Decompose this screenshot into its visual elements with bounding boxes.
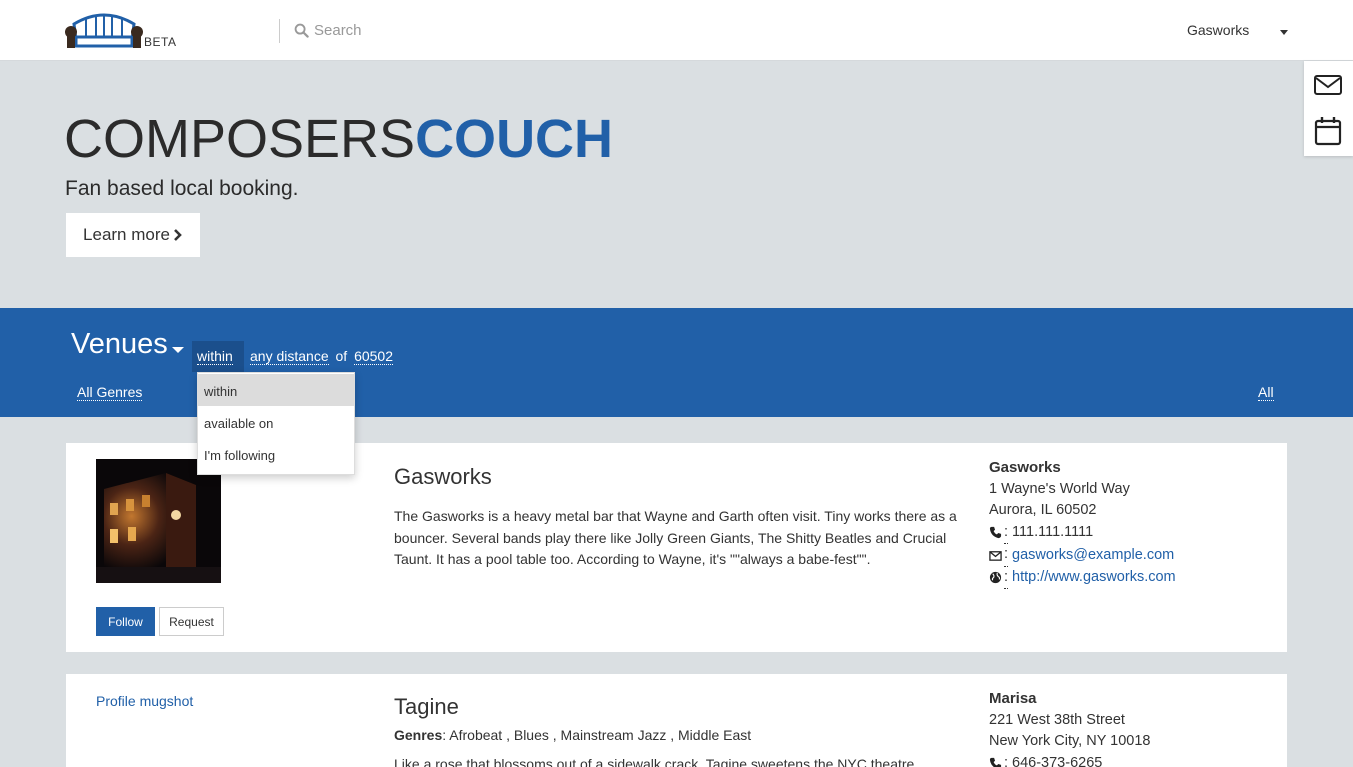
contact-city: Aurora, IL 60502	[989, 502, 1097, 518]
venue-genres: Genres: Afrobeat , Blues , Mainstream Ja…	[394, 727, 751, 743]
zip-filter-link[interactable]: 60502	[354, 348, 394, 365]
section-selector[interactable]: Venues	[71, 328, 168, 361]
user-menu[interactable]: Gasworks	[1187, 22, 1249, 38]
dropdown-item-within[interactable]: within	[198, 374, 354, 406]
follow-button[interactable]: Follow	[96, 607, 155, 636]
search-box[interactable]: Search	[294, 22, 362, 39]
all-filter-link[interactable]: All	[1258, 384, 1274, 401]
phone-colon: :	[1004, 522, 1009, 544]
contact-phone: 111.111.1111	[1012, 524, 1094, 540]
venue-description: The Gasworks is a heavy metal bar that W…	[394, 508, 957, 567]
venue-description: Like a rose that blossoms out of a sidew…	[394, 756, 915, 767]
genres-filter-link[interactable]: All Genres	[77, 384, 143, 401]
globe-icon	[989, 572, 1002, 584]
phone-colon: :	[1004, 753, 1008, 767]
venue-name[interactable]: Gasworks	[394, 464, 492, 490]
search-placeholder[interactable]: Search	[314, 22, 362, 39]
couch-icon	[65, 13, 143, 48]
contact-email-line: : gasworks@example.com	[989, 544, 1176, 567]
genres-list: Afrobeat , Blues , Mainstream Jazz , Mid…	[449, 727, 752, 743]
contact-phone: 646-373-6265	[1012, 755, 1103, 767]
phone-icon	[989, 758, 1002, 767]
mode-filter-label: within	[197, 348, 233, 365]
hero-subtitle: Fan based local booking.	[65, 177, 299, 200]
calendar-icon[interactable]	[1313, 116, 1343, 146]
contact-name: Gasworks	[989, 459, 1061, 476]
chevron-down-icon[interactable]	[1280, 30, 1288, 35]
venue-photo-placeholder[interactable]: Profile mugshot	[96, 693, 193, 709]
venue-name[interactable]: Tagine	[394, 694, 459, 720]
caret-down-icon[interactable]	[172, 347, 184, 353]
contact-website-link[interactable]: http://www.gasworks.com	[1012, 567, 1176, 589]
envelope-icon[interactable]	[1313, 70, 1343, 100]
phone-icon	[989, 527, 1002, 539]
dropdown-item-available-on[interactable]: available on	[198, 406, 354, 438]
contact-street: 221 West 38th Street	[989, 711, 1125, 728]
venue-photo[interactable]	[96, 459, 221, 583]
search-icon	[294, 23, 309, 38]
contact-phone-line: : 646-373-6265	[989, 753, 1150, 767]
envelope-icon	[989, 550, 1002, 561]
contact-website-line: : http://www.gasworks.com	[989, 567, 1176, 589]
beta-badge: BETA	[144, 35, 177, 49]
email-colon: :	[1004, 544, 1009, 567]
distance-filter-link[interactable]: any distance	[250, 348, 329, 365]
mode-dropdown-menu: within available on I'm following	[197, 372, 355, 475]
home-logo-link[interactable]: BETA	[64, 10, 184, 52]
side-toolbar	[1304, 61, 1353, 156]
contact-name: Marisa	[989, 690, 1037, 707]
chevron-right-icon	[174, 229, 182, 241]
venue-contact: Gasworks 1 Wayne's World Way Aurora, IL …	[989, 457, 1176, 589]
of-label: of	[335, 348, 348, 364]
venue-contact: Marisa 221 West 38th Street New York Cit…	[989, 688, 1150, 767]
hero-title-part2: COUCH	[415, 109, 614, 169]
navbar-divider	[279, 19, 280, 43]
top-navbar: BETA Search Gasworks	[0, 0, 1353, 61]
venue-card: Profile mugshot Tagine Genres: Afrobeat …	[66, 674, 1287, 767]
learn-more-button[interactable]: Learn more	[66, 213, 200, 257]
contact-phone-line: : 111.111.1111	[989, 522, 1176, 544]
contact-city: New York City, NY 10018	[989, 733, 1151, 749]
venue-photo-image	[96, 459, 221, 583]
contact-email-link[interactable]: gasworks@example.com	[1012, 545, 1174, 567]
request-button[interactable]: Request	[159, 607, 224, 636]
dropdown-item-following[interactable]: I'm following	[198, 438, 354, 470]
contact-street: 1 Wayne's World Way	[989, 480, 1130, 497]
learn-more-label: Learn more	[83, 225, 170, 244]
hero-title-part1: COMPOSERS	[64, 109, 416, 169]
website-colon: :	[1004, 567, 1009, 589]
mode-filter-toggle[interactable]: within	[192, 341, 244, 372]
hero-title: COMPOSERSCOUCH	[64, 108, 613, 170]
genres-label: Genres	[394, 727, 443, 743]
distance-filter: any distance of 60502	[250, 348, 394, 365]
